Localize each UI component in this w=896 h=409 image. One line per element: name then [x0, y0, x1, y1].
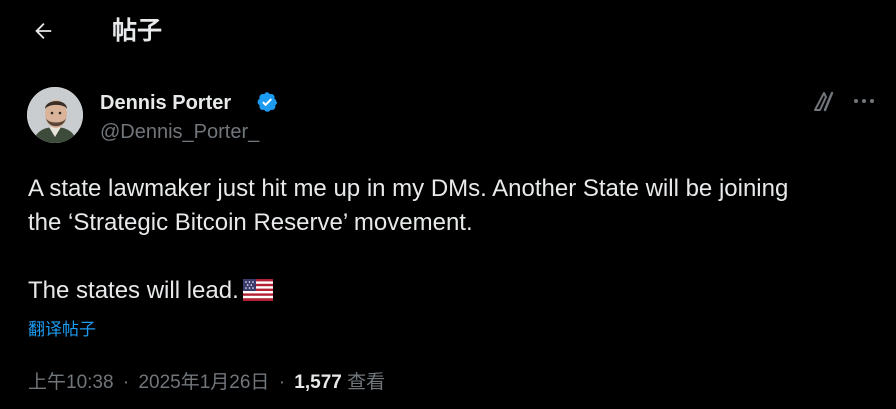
- us-flag-icon: [242, 279, 273, 301]
- views-count[interactable]: 1,577: [294, 372, 342, 393]
- views-label: 查看: [347, 372, 386, 393]
- top-bar: 帖子: [0, 0, 896, 62]
- tweet-line-text: The states will lead.: [28, 277, 239, 304]
- author-handle[interactable]: @Dennis_Porter_: [100, 119, 259, 145]
- page-title: 帖子: [112, 17, 163, 45]
- tweet-line: A state lawmaker just hit me up in my DM…: [28, 175, 789, 202]
- tweet-line: The states will lead.: [28, 274, 878, 308]
- avatar-image: [27, 87, 83, 143]
- verified-badge-icon: [257, 92, 278, 112]
- post-time[interactable]: 上午10:38: [28, 372, 114, 393]
- grok-icon: [814, 91, 834, 112]
- post-date[interactable]: 2025年1月26日: [138, 372, 269, 393]
- more-horizontal-icon: [854, 99, 874, 103]
- grok-button[interactable]: [810, 87, 838, 115]
- translate-post-link[interactable]: 翻译帖子: [28, 318, 96, 342]
- avatar[interactable]: [27, 87, 83, 143]
- more-options-button[interactable]: [850, 89, 878, 113]
- meta-separator: ·: [278, 372, 286, 393]
- back-button[interactable]: [26, 14, 60, 48]
- arrow-left-icon: [35, 23, 52, 39]
- tweet-text: A state lawmaker just hit me up in my DM…: [28, 172, 878, 308]
- post-meta: 上午10:38 · 2025年1月26日 · 1,577 查看: [28, 369, 385, 397]
- author-display-name[interactable]: Dennis Porter: [100, 90, 231, 116]
- meta-separator: ·: [122, 372, 130, 393]
- tweet-line: the ‘Strategic Bitcoin Reserve’ movement…: [28, 209, 473, 236]
